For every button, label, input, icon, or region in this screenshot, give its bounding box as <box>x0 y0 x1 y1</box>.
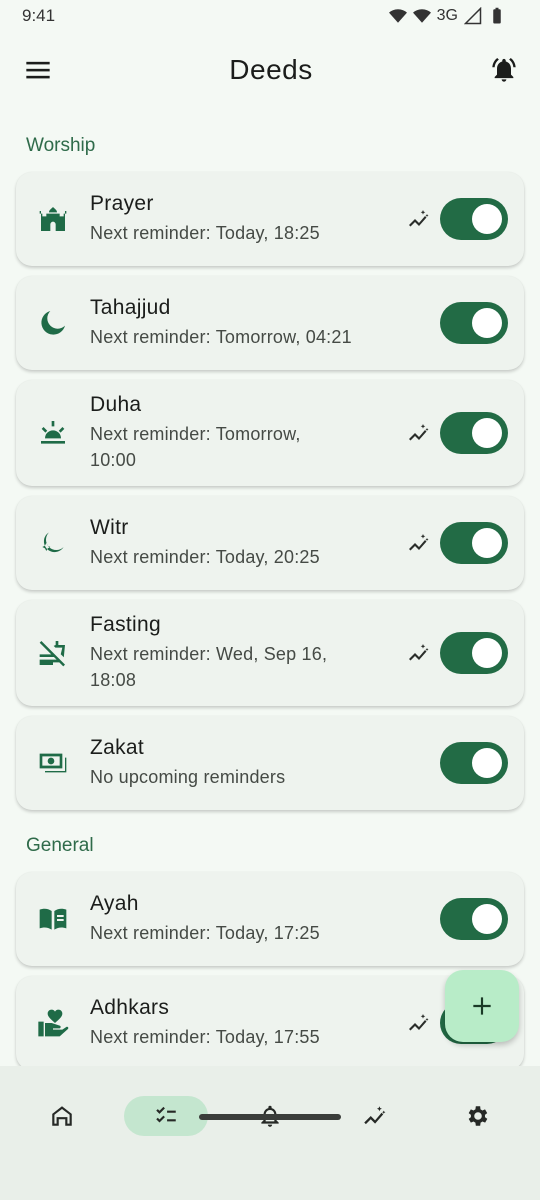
deed-card-prayer[interactable]: Prayer Next reminder: Today, 18:25 <box>16 172 524 266</box>
add-deed-button[interactable] <box>445 970 519 1042</box>
plus-icon <box>473 997 491 1015</box>
deed-name: Tahajjud <box>90 296 171 319</box>
deed-next-reminder: Next reminder: Today, 17:55 <box>90 1027 320 1047</box>
section-header-general: General <box>26 835 94 856</box>
deed-name: Fasting <box>90 613 161 636</box>
wifi-icon <box>412 9 431 23</box>
wifi-icon <box>388 9 407 23</box>
deed-next-reminder: Next reminder: Today, 18:25 <box>90 223 320 243</box>
deed-next-reminder: Next reminder: Wed, Sep 16, 18:08 <box>90 644 328 690</box>
signal-icon <box>464 7 482 25</box>
deed-card-witr[interactable]: Witr Next reminder: Today, 20:25 <box>16 496 524 590</box>
deed-name: Adhkars <box>90 996 170 1019</box>
deed-name: Duha <box>90 393 142 416</box>
deed-name: Ayah <box>90 892 139 915</box>
network-type: 3G <box>436 7 458 24</box>
toggle-knob <box>472 638 502 668</box>
checklist-icon <box>156 1106 176 1123</box>
no-food-icon <box>36 636 70 670</box>
deed-toggle[interactable] <box>440 412 508 454</box>
deed-next-reminder: Next reminder: Tomorrow, 04:21 <box>90 327 352 347</box>
deed-next-reminder: No upcoming reminders <box>90 767 286 787</box>
status-bar: 9:41 3G <box>0 0 540 32</box>
sunrise-icon <box>36 416 70 450</box>
deed-next-reminder: Next reminder: Today, 20:25 <box>90 547 320 567</box>
trending-icon[interactable] <box>406 421 430 445</box>
toggle-knob <box>472 904 502 934</box>
battery-icon <box>493 7 501 24</box>
deed-card-zakat[interactable]: Zakat No upcoming reminders <box>16 716 524 810</box>
toggle-knob <box>472 204 502 234</box>
trending-icon[interactable] <box>406 1011 430 1035</box>
deed-name: Witr <box>90 516 129 539</box>
deed-toggle[interactable] <box>440 198 508 240</box>
status-icons: 3G <box>388 7 506 25</box>
book-icon <box>36 902 70 936</box>
trending-icon[interactable] <box>406 207 430 231</box>
deed-name: Prayer <box>90 192 154 215</box>
home-indicator <box>199 1114 341 1120</box>
money-icon <box>36 746 70 780</box>
bottom-navigation <box>0 1066 540 1200</box>
home-icon <box>52 1106 72 1126</box>
deed-next-reminder: Next reminder: Tomorrow, 10:00 <box>90 424 301 470</box>
app-bar: Deeds <box>0 40 540 100</box>
toggle-knob <box>472 748 502 778</box>
deed-toggle[interactable] <box>440 522 508 564</box>
deed-next-reminder: Next reminder: Today, 17:25 <box>90 923 320 943</box>
nav-deeds[interactable] <box>124 1096 208 1136</box>
nav-settings[interactable] <box>436 1096 520 1136</box>
deed-card-tahajjud[interactable]: Tahajjud Next reminder: Tomorrow, 04:21 <box>16 276 524 370</box>
trending-icon[interactable] <box>406 531 430 555</box>
deed-toggle[interactable] <box>440 898 508 940</box>
trending-icon <box>364 1106 386 1125</box>
page-title: Deeds <box>229 54 313 85</box>
nav-home[interactable] <box>20 1096 104 1136</box>
section-header-worship: Worship <box>26 135 96 156</box>
moon-icon <box>36 306 70 340</box>
mosque-icon <box>36 202 70 236</box>
toggle-knob <box>472 528 502 558</box>
gear-icon <box>468 1106 488 1126</box>
toggle-knob <box>472 308 502 338</box>
deed-card-ayah[interactable]: Ayah Next reminder: Today, 17:25 <box>16 872 524 966</box>
deed-card-duha[interactable]: Duha Next reminder: Tomorrow, 10:00 <box>16 380 524 486</box>
nav-stats[interactable] <box>332 1096 416 1136</box>
status-time: 9:41 <box>22 6 56 25</box>
trending-icon[interactable] <box>406 641 430 665</box>
toggle-knob <box>472 418 502 448</box>
moon-star-icon <box>36 526 70 560</box>
bell-ring-icon <box>492 57 516 82</box>
menu-icon <box>26 61 50 79</box>
menu-button[interactable] <box>20 52 56 88</box>
notifications-button[interactable] <box>486 52 522 88</box>
hand-heart-icon <box>36 1006 70 1040</box>
deed-card-fasting[interactable]: Fasting Next reminder: Wed, Sep 16, 18:0… <box>16 600 524 706</box>
deed-toggle[interactable] <box>440 742 508 784</box>
deeds-list[interactable]: Worship Prayer Next reminder: Today, 18:… <box>0 120 540 1066</box>
deed-toggle[interactable] <box>440 302 508 344</box>
deed-name: Zakat <box>90 736 145 759</box>
deed-toggle[interactable] <box>440 632 508 674</box>
